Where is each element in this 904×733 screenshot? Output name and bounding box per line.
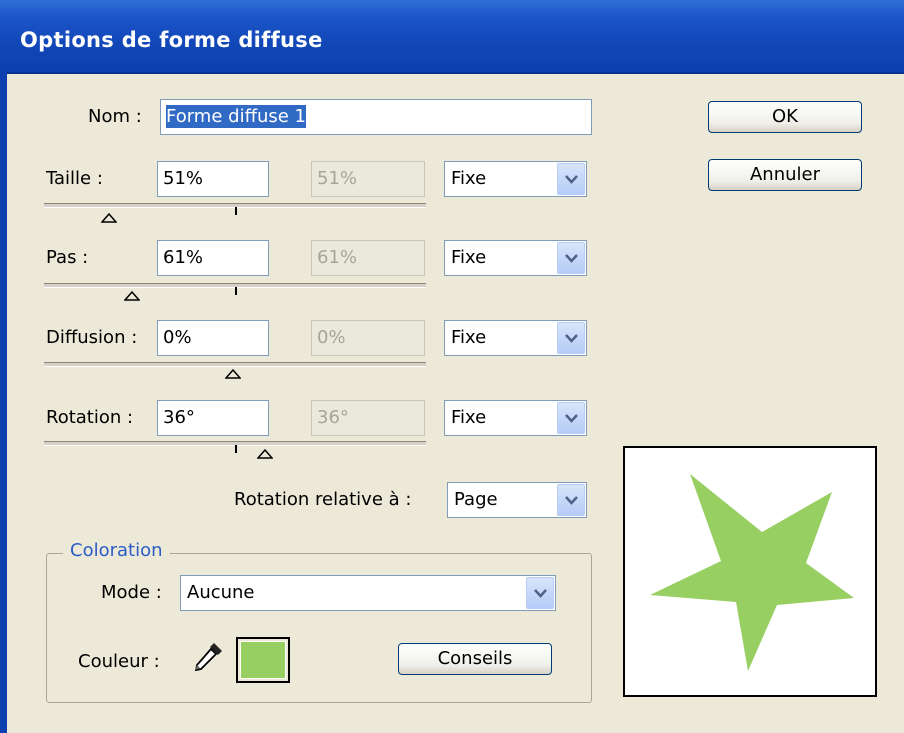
size-min-input[interactable]: 51%	[157, 161, 269, 197]
scatter-max-input: 0%	[311, 320, 425, 356]
scatter-variation-value: Fixe	[451, 327, 487, 348]
size-variation-select[interactable]: Fixe	[444, 161, 587, 197]
star-preview	[650, 474, 854, 671]
hints-button[interactable]: Conseils	[398, 643, 552, 675]
chevron-down-icon[interactable]	[557, 322, 585, 354]
rotation-relative-value: Page	[454, 489, 498, 510]
scatter-slider-track[interactable]	[44, 362, 426, 367]
name-input-selected-text: Forme diffuse 1	[166, 105, 307, 128]
rotation-relative-label: Rotation relative à :	[234, 489, 412, 510]
spacing-slider-thumb[interactable]	[124, 291, 140, 301]
rotation-slider-center-tick	[235, 445, 237, 453]
cancel-button[interactable]: Annuler	[708, 159, 862, 191]
size-slider-center-tick	[235, 207, 237, 215]
preview-panel	[623, 446, 877, 697]
coloration-group-title: Coloration	[63, 540, 170, 561]
scatter-label: Diffusion :	[46, 327, 138, 348]
ok-button[interactable]: OK	[708, 101, 862, 133]
scatter-min-input[interactable]: 0%	[157, 320, 269, 356]
rotation-variation-value: Fixe	[451, 407, 487, 428]
window-title: Options de forme diffuse	[20, 28, 323, 52]
rotation-label: Rotation :	[46, 407, 134, 428]
chevron-down-icon[interactable]	[557, 163, 585, 195]
rotation-max-input: 36°	[311, 400, 425, 436]
color-label: Couleur :	[78, 651, 160, 672]
scatter-variation-select[interactable]: Fixe	[444, 320, 587, 356]
coloration-mode-value: Aucune	[187, 582, 255, 603]
coloration-mode-label: Mode :	[101, 582, 162, 603]
rotation-relative-select[interactable]: Page	[447, 482, 587, 518]
window-frame-left	[0, 72, 7, 733]
title-bar: Options de forme diffuse	[0, 0, 904, 74]
rotation-min-input[interactable]: 36°	[157, 400, 269, 436]
chevron-down-icon[interactable]	[526, 577, 554, 609]
coloration-mode-select[interactable]: Aucune	[180, 575, 556, 611]
spacing-variation-value: Fixe	[451, 247, 487, 268]
size-label: Taille :	[46, 168, 103, 189]
color-swatch-fill	[240, 641, 286, 679]
spacing-slider-center-tick	[235, 287, 237, 295]
size-slider-thumb[interactable]	[101, 213, 117, 223]
spacing-label: Pas :	[46, 247, 89, 268]
name-input[interactable]: Forme diffuse 1	[160, 99, 592, 135]
chevron-down-icon[interactable]	[557, 242, 585, 274]
spacing-variation-select[interactable]: Fixe	[444, 240, 587, 276]
eyedropper-icon[interactable]	[191, 640, 225, 674]
chevron-down-icon[interactable]	[557, 402, 585, 434]
chevron-down-icon[interactable]	[557, 484, 585, 516]
spacing-max-input: 61%	[311, 240, 425, 276]
size-variation-value: Fixe	[451, 168, 487, 189]
color-swatch[interactable]	[236, 637, 290, 683]
size-max-input: 51%	[311, 161, 425, 197]
scatter-slider-thumb[interactable]	[225, 369, 241, 379]
name-label: Nom :	[88, 106, 142, 127]
rotation-variation-select[interactable]: Fixe	[444, 400, 587, 436]
rotation-slider-thumb[interactable]	[257, 449, 273, 459]
spacing-min-input[interactable]: 61%	[157, 240, 269, 276]
